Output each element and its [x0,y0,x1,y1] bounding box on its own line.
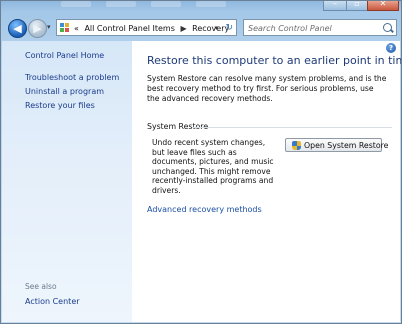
advanced-recovery-link[interactable]: Advanced recovery methods [147,205,262,214]
breadcrumb-item-recovery[interactable]: Recovery [192,24,229,33]
control-panel-icon [60,23,70,33]
open-system-restore-label: Open System Restore [304,141,389,150]
back-button[interactable]: ◀ [8,19,27,38]
breadcrumb-overflow-icon[interactable]: « [74,24,79,33]
breadcrumb-item-all-control-panel-items[interactable]: All Control Panel Items [81,24,174,33]
title-bar-ghost [106,1,136,7]
navigation-bar: ◀ ▶ ▾ « All Control Panel Items ▶ Recove… [1,15,401,41]
sidebar-item-uninstall[interactable]: Uninstall a program [25,87,104,96]
control-panel-home-link[interactable]: Control Panel Home [25,51,104,60]
title-bar-ghost [61,1,91,7]
window: – ▫ ✕ ◀ ▶ ▾ « All Control Panel Items ▶ … [0,0,402,324]
title-bar-ghost [196,1,226,7]
maximize-icon: ▫ [354,0,360,8]
close-button[interactable]: ✕ [367,1,399,11]
shield-icon [292,141,301,150]
title-bar-ghost [151,1,181,7]
maximize-button[interactable]: ▫ [346,1,368,11]
recent-pages-dropdown[interactable]: ▾ [47,23,51,31]
refresh-icon[interactable]: ↻ [225,20,233,37]
open-system-restore-button[interactable]: Open System Restore [285,138,388,152]
sidebar-item-troubleshoot[interactable]: Troubleshoot a problem [25,73,119,82]
title-bar: – ▫ ✕ [1,1,401,13]
section-description: Undo recent system changes, but leave fi… [152,138,274,195]
sidebar: Control Panel Home Troubleshoot a proble… [2,41,132,322]
sidebar-item-restore-files[interactable]: Restore your files [25,101,95,110]
breadcrumb: « All Control Panel Items ▶ Recovery [74,20,229,37]
help-icon[interactable]: ? [386,43,396,53]
minimize-icon: – [333,0,337,8]
page-title: Restore this computer to an earlier poin… [147,54,402,67]
forward-button[interactable]: ▶ [28,19,47,38]
address-bar[interactable]: « All Control Panel Items ▶ Recovery ▾ ↻ [56,19,237,36]
intro-text: System Restore can resolve many system p… [147,74,387,103]
section-divider [192,127,392,128]
search-input[interactable]: Search Control Panel [248,20,332,37]
address-dropdown-icon[interactable]: ▾ [214,20,218,37]
back-arrow-icon: ◀ [13,22,22,35]
minimize-button[interactable]: – [323,1,347,11]
see-also-heading: See also [25,282,57,291]
content-pane: ? Restore this computer to an earlier po… [132,41,402,322]
forward-arrow-icon: ▶ [33,22,42,35]
see-also-action-center-link[interactable]: Action Center [25,297,80,306]
breadcrumb-separator-icon[interactable]: ▶ [177,24,189,33]
close-icon: ✕ [379,0,387,8]
search-box[interactable]: Search Control Panel [243,19,397,36]
search-icon[interactable] [383,23,392,32]
